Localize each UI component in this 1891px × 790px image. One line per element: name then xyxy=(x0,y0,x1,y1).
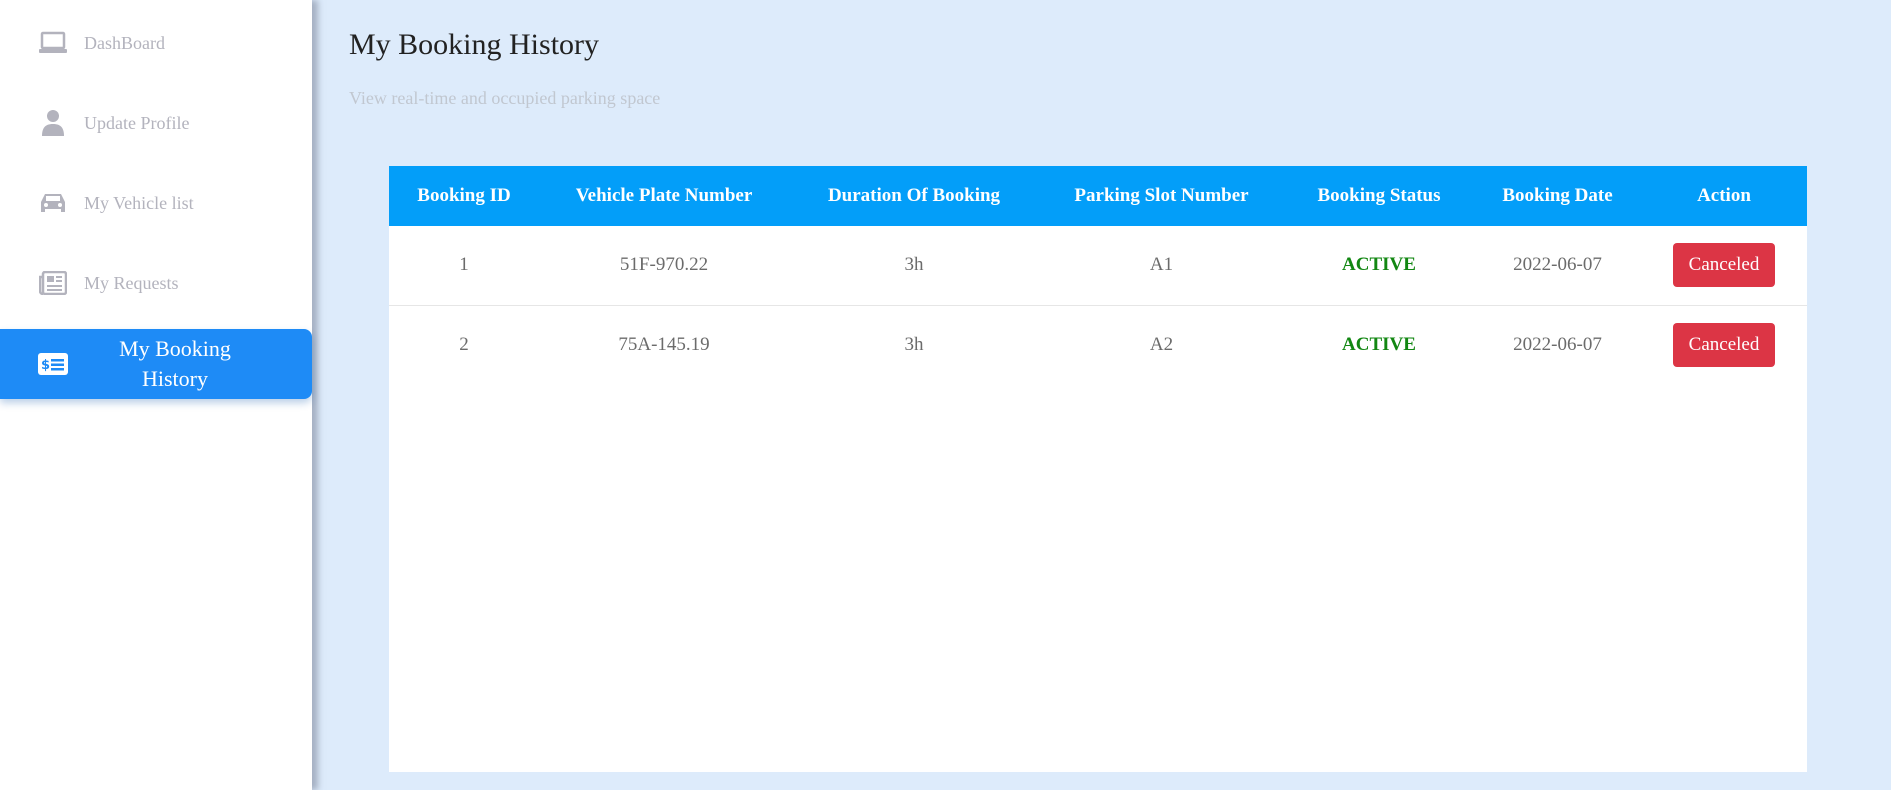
column-header-vehicle-plate: Vehicle Plate Number xyxy=(575,185,753,206)
sidebar-item-label: DashBoard xyxy=(84,32,165,53)
main-content: My Booking History View real-time and oc… xyxy=(318,0,1891,790)
table-row: 1 51F-970.22 3h A1 ACTIVE 2022-06-07 Can… xyxy=(389,226,1807,305)
sidebar-item-label: My Booking History xyxy=(119,336,231,391)
column-header-action: Action xyxy=(1697,185,1751,206)
status-badge: ACTIVE xyxy=(1342,254,1416,276)
newspaper-icon xyxy=(38,268,68,298)
booking-history-table: Booking ID Vehicle Plate Number Duration… xyxy=(389,166,1807,384)
column-header-booking-status: Booking Status xyxy=(1317,185,1441,206)
cell-action: Canceled xyxy=(1641,305,1807,384)
table-header-row: Booking ID Vehicle Plate Number Duration… xyxy=(389,166,1807,226)
column-header-booking-date: Booking Date xyxy=(1502,185,1613,206)
sidebar-item-my-booking-history[interactable]: $ My Booking History xyxy=(0,329,312,399)
page-subtitle: View real-time and occupied parking spac… xyxy=(349,88,661,108)
column-header-parking-slot: Parking Slot Number xyxy=(1074,185,1249,206)
status-badge: ACTIVE xyxy=(1342,333,1416,355)
table-row: 2 75A-145.19 3h A2 ACTIVE 2022-06-07 Can… xyxy=(389,305,1807,384)
column-header-booking-id: Booking ID xyxy=(417,185,511,206)
money-check-icon: $ xyxy=(38,349,68,379)
cell-action: Canceled xyxy=(1641,226,1807,305)
car-icon xyxy=(38,188,68,218)
sidebar-item-my-vehicle-list[interactable]: My Vehicle list xyxy=(0,168,312,238)
sidebar-item-dashboard[interactable]: DashBoard xyxy=(0,8,312,78)
sidebar-item-update-profile[interactable]: Update Profile xyxy=(0,88,312,158)
sidebar-item-label: My Requests xyxy=(84,272,179,293)
cell-parking-slot: A1 xyxy=(1149,254,1174,276)
sidebar-item-label: Update Profile xyxy=(84,112,190,133)
cell-duration: 3h xyxy=(904,333,924,355)
laptop-icon xyxy=(38,28,68,58)
cancel-button[interactable]: Canceled xyxy=(1672,322,1776,367)
user-icon xyxy=(38,108,68,138)
sidebar-item-label: My Vehicle list xyxy=(84,192,194,213)
page-title: My Booking History xyxy=(349,28,600,61)
cancel-button[interactable]: Canceled xyxy=(1672,243,1776,288)
cell-vehicle-plate: 75A-145.19 xyxy=(618,333,710,355)
cell-booking-id: 2 xyxy=(459,333,469,355)
booking-table-card: Booking ID Vehicle Plate Number Duration… xyxy=(389,166,1807,772)
cell-duration: 3h xyxy=(904,254,924,276)
cell-booking-date: 2022-06-07 xyxy=(1513,333,1602,355)
cell-booking-date: 2022-06-07 xyxy=(1513,254,1602,276)
cell-parking-slot: A2 xyxy=(1149,333,1174,355)
svg-text:$: $ xyxy=(41,358,50,373)
cell-booking-id: 1 xyxy=(459,254,469,276)
cell-vehicle-plate: 51F-970.22 xyxy=(619,254,709,276)
column-header-duration: Duration Of Booking xyxy=(827,185,1001,206)
sidebar: DashBoard Update Profile My Vehicle list… xyxy=(0,0,312,790)
sidebar-item-my-requests[interactable]: My Requests xyxy=(0,248,312,318)
